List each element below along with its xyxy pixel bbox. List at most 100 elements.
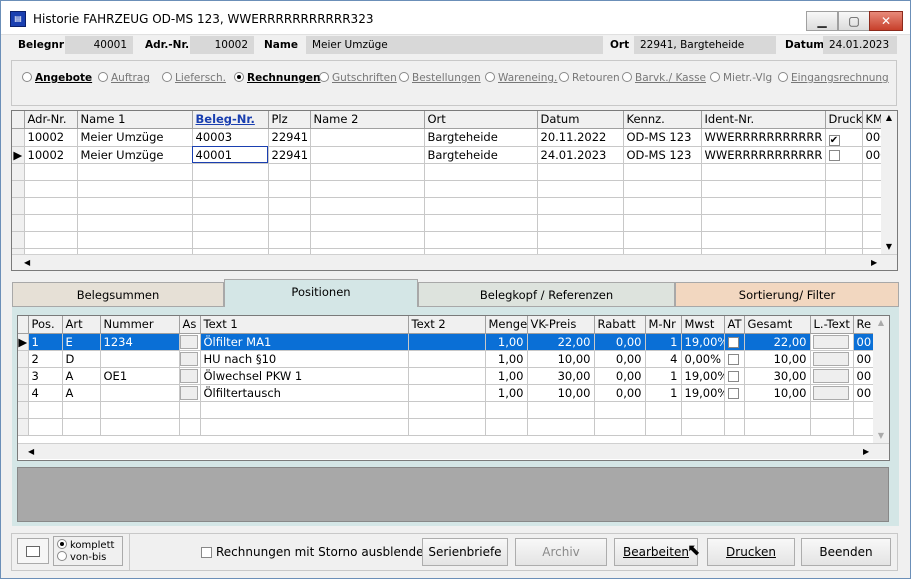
at-checkbox-cell[interactable]	[724, 350, 745, 368]
checkbox-icon[interactable]	[727, 370, 739, 382]
table-cell[interactable]: Bargteheide	[424, 128, 538, 147]
col-header[interactable]: VK-Preis	[527, 316, 595, 334]
archiv-button[interactable]: Archiv	[515, 538, 607, 566]
col-header[interactable]: Re	[853, 316, 875, 334]
col-header[interactable]: Text 2	[408, 316, 486, 334]
table-cell[interactable]: E	[62, 333, 101, 351]
table-cell[interactable]: 30,00	[744, 367, 811, 385]
longtext-cell[interactable]	[810, 350, 854, 368]
longtext-icon[interactable]	[812, 386, 849, 400]
serienbriefe-button[interactable]: Serienbriefe	[422, 538, 508, 566]
table-cell[interactable]: 1	[645, 367, 682, 385]
longtext-cell[interactable]	[810, 367, 854, 385]
col-header[interactable]: Text 1	[200, 316, 409, 334]
col-header[interactable]: As	[179, 316, 201, 334]
table-cell[interactable]: 4	[645, 350, 682, 368]
radio-mietvertrag[interactable]: Mietr.-Vlg	[710, 71, 772, 85]
table-row-selected[interactable]: ▶ 1 E 1234 Ölfilter MA1 1,00 22,00 0,00 …	[18, 333, 875, 351]
table-cell[interactable]	[408, 384, 486, 402]
table-cell[interactable]: 000	[862, 146, 883, 164]
tab-belegsummen[interactable]: Belegsummen	[12, 282, 224, 307]
table-cell[interactable]	[100, 350, 180, 368]
table-row-current[interactable]: ▶ 10002 Meier Umzüge 40001 22941 Bargteh…	[12, 146, 883, 164]
documents-grid[interactable]: Adr-Nr. Name 1 Beleg-Nr. Plz Name 2 Ort …	[11, 110, 898, 271]
table-cell[interactable]: 0,00%	[681, 350, 725, 368]
col-header[interactable]: Rabatt	[594, 316, 646, 334]
table-cell[interactable]: 0,00	[594, 384, 646, 402]
col-header[interactable]: Menge	[485, 316, 528, 334]
list-lookup-icon[interactable]	[179, 352, 198, 366]
article-lookup-cell[interactable]	[179, 384, 201, 402]
col-header[interactable]: Nummer	[100, 316, 180, 334]
col-header[interactable]: Adr-Nr.	[24, 111, 78, 129]
table-cell[interactable]: WWERRRRRRRRRRR	[701, 146, 826, 164]
table-cell[interactable]: 1	[645, 384, 682, 402]
view-toggle-button[interactable]	[17, 538, 49, 564]
at-checkbox-cell[interactable]	[724, 367, 745, 385]
table-cell[interactable]: 00	[853, 333, 875, 351]
positions-grid[interactable]: Pos. Art Nummer As Text 1 Text 2 Menge V…	[17, 315, 890, 461]
table-cell[interactable]: 22,00	[527, 333, 595, 351]
table-cell[interactable]: 30,00	[527, 367, 595, 385]
checkbox-icon[interactable]	[828, 149, 840, 161]
col-header[interactable]: Ort	[424, 111, 538, 129]
scroll-left-icon[interactable]: ◀	[24, 255, 30, 270]
table-cell[interactable]: 1,00	[485, 367, 528, 385]
col-header[interactable]: Mwst	[681, 316, 725, 334]
col-header[interactable]: Name 2	[310, 111, 425, 129]
tab-belegkopf[interactable]: Belegkopf / Referenzen	[418, 282, 675, 307]
col-header[interactable]: Datum	[537, 111, 624, 129]
radio-wareneingang[interactable]: Wareneing.	[485, 71, 557, 85]
col-header[interactable]: Gesamt	[744, 316, 811, 334]
col-header-sorted[interactable]: Beleg-Nr.	[192, 111, 269, 129]
table-cell[interactable]: 1	[28, 333, 63, 351]
table-cell[interactable]: 10,00	[744, 384, 811, 402]
table-cell[interactable]: 1	[645, 333, 682, 351]
table-cell[interactable]: 22941	[268, 146, 311, 164]
table-cell[interactable]	[408, 333, 486, 351]
table-cell[interactable]: 00	[853, 367, 875, 385]
list-lookup-icon[interactable]	[179, 386, 198, 400]
table-cell[interactable]	[310, 146, 425, 164]
table-cell[interactable]: D	[62, 350, 101, 368]
table-cell[interactable]: Ölwechsel PKW 1	[200, 367, 409, 385]
table-cell[interactable]: 4	[28, 384, 63, 402]
table-cell[interactable]	[408, 350, 486, 368]
list-lookup-icon[interactable]	[179, 335, 198, 349]
table-cell[interactable]: 1,00	[485, 350, 528, 368]
table-cell[interactable]: 19,00%	[681, 333, 725, 351]
col-header[interactable]: L.-Text	[810, 316, 854, 334]
table-cell[interactable]: OD-MS 123	[623, 146, 702, 164]
table-cell[interactable]: 20.11.2022	[537, 128, 624, 147]
table-cell[interactable]: 1,00	[485, 384, 528, 402]
print-checkbox-cell[interactable]: ✔	[825, 128, 863, 147]
table-cell-focused[interactable]: 40001	[192, 146, 269, 164]
table-cell[interactable]: Meier Umzüge	[77, 128, 193, 147]
radio-von-bis[interactable]: von-bis	[57, 551, 106, 565]
table-cell[interactable]: 0,00	[594, 333, 646, 351]
maximize-button[interactable]: ▢	[838, 11, 870, 31]
table-cell[interactable]: 0,00	[594, 367, 646, 385]
checkbox-checked-icon[interactable]: ✔	[828, 134, 840, 145]
scroll-down-icon[interactable]: ▼	[881, 240, 897, 254]
radio-barverkauf[interactable]: Barvk./ Kasse	[622, 71, 706, 85]
longtext-cell[interactable]	[810, 384, 854, 402]
tab-sortierung[interactable]: Sortierung/ Filter	[675, 282, 899, 307]
article-lookup-cell[interactable]	[179, 350, 201, 368]
table-cell[interactable]: OD-MS 123	[623, 128, 702, 147]
table-cell[interactable]: 40003	[192, 128, 269, 147]
minimize-button[interactable]: ▁	[806, 11, 838, 31]
table-cell[interactable]: Ölfiltertausch	[200, 384, 409, 402]
table-cell[interactable]: 22941	[268, 128, 311, 147]
radio-rechnungen[interactable]: Rechnungen	[234, 71, 320, 85]
checkbox-icon[interactable]	[727, 353, 739, 365]
table-cell[interactable]: 3	[28, 367, 63, 385]
col-header[interactable]: Druck	[825, 111, 863, 129]
radio-gutschriften[interactable]: Gutschriften	[319, 71, 397, 85]
table-cell[interactable]: 00	[853, 384, 875, 402]
table-cell[interactable]: 000	[862, 128, 883, 147]
vertical-scrollbar[interactable]: ▲ ▼	[881, 111, 897, 254]
table-cell[interactable]	[310, 128, 425, 147]
checkbox-icon[interactable]	[201, 547, 212, 558]
table-cell[interactable]: 22,00	[744, 333, 811, 351]
